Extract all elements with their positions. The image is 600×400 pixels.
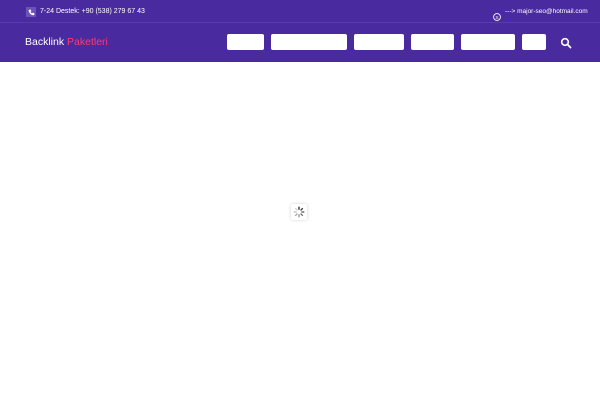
nav-item-6[interactable] — [522, 34, 546, 50]
spinner-icon — [293, 206, 305, 218]
nav-item-2[interactable] — [271, 34, 347, 50]
svg-text:S: S — [495, 15, 498, 21]
phone-icon — [26, 7, 36, 17]
site-header: 7-24 Destek: +90 (538) 279 67 43 S ---> … — [0, 0, 600, 62]
support-phone-text: 7-24 Destek: +90 (538) 279 67 43 — [40, 8, 145, 15]
top-bar: 7-24 Destek: +90 (538) 279 67 43 S ---> … — [0, 0, 600, 23]
logo-text-accent: Paketleri — [67, 36, 108, 48]
nav-item-1[interactable] — [227, 34, 264, 50]
nav-item-5[interactable] — [461, 34, 515, 50]
site-logo[interactable]: Backlink Paketleri — [25, 35, 108, 49]
skype-icon: S — [493, 8, 501, 21]
nav-item-3[interactable] — [354, 34, 404, 50]
search-icon[interactable] — [560, 36, 572, 49]
loading-indicator — [291, 204, 307, 220]
nav-item-4[interactable] — [411, 34, 454, 50]
logo-text-primary: Backlink — [25, 36, 65, 48]
contact-email-text[interactable]: ---> major-seo@hotmail.com — [505, 7, 588, 17]
